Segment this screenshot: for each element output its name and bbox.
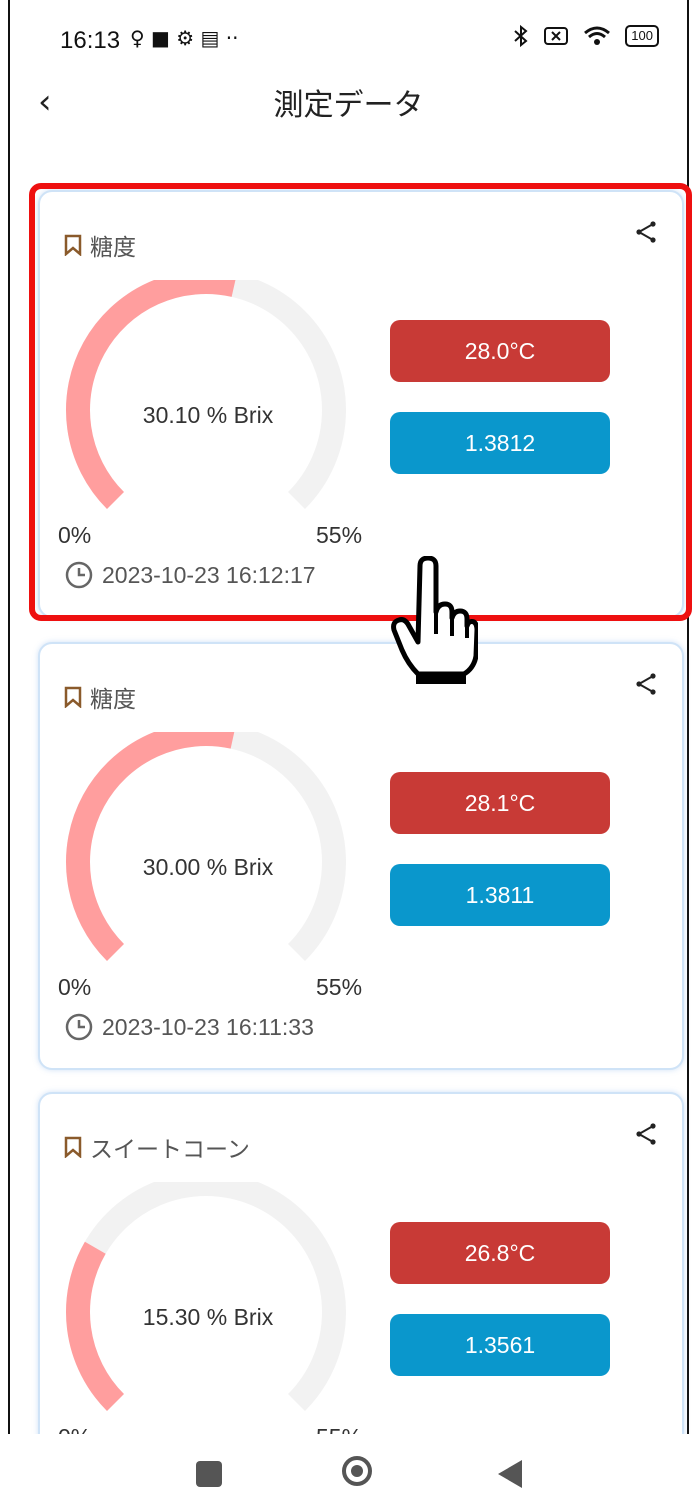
system-nav-bar xyxy=(0,1434,697,1511)
refractive-index-badge: 1.3811 xyxy=(390,864,610,926)
bookmark-icon xyxy=(64,234,82,256)
gauge-min-label: 0% xyxy=(58,1424,91,1434)
recents-button[interactable] xyxy=(196,1461,222,1487)
brix-value: 30.00 % Brix xyxy=(142,854,274,880)
clock-icon xyxy=(65,1013,93,1041)
sample-name: 糖度 xyxy=(90,235,136,261)
card-title: 糖度 xyxy=(64,680,136,714)
temperature-badge: 28.1°C xyxy=(390,772,610,834)
gauge-min-label: 0% xyxy=(58,974,92,1000)
share-icon[interactable] xyxy=(634,1122,658,1146)
brix-value: 30.10 % Brix xyxy=(142,402,274,428)
refractive-index-badge: 1.3812 xyxy=(390,412,610,474)
timestamp-text: 2023-10-23 16:11:33 xyxy=(102,1013,314,1040)
card-title: スイートコーン xyxy=(64,1130,250,1164)
tap-hand-icon xyxy=(391,556,478,684)
sample-name: スイートコーン xyxy=(90,1137,250,1163)
share-icon[interactable] xyxy=(634,220,658,244)
gauge-max-label: 55% xyxy=(316,974,363,1000)
timestamp-text: 2023-10-23 16:12:17 xyxy=(102,561,316,588)
temperature-badge: 28.0°C xyxy=(390,320,610,382)
bookmark-icon xyxy=(64,686,82,708)
gauge-fill xyxy=(66,280,236,509)
measurement-timestamp: 2023-10-23 16:11:33 xyxy=(64,1012,314,1042)
brix-value: 15.30 % Brix xyxy=(142,1304,274,1330)
clock-icon xyxy=(65,561,93,589)
refractive-index-badge: 1.3561 xyxy=(390,1314,610,1376)
measurement-card[interactable]: 糖度 30.00 % Brix 0% 55% 28.1°C 1.3811 202… xyxy=(38,642,684,1070)
measurement-card[interactable]: 糖度 30.10 % Brix 0% 55% 28.0°C 1.3812 202… xyxy=(38,190,684,618)
measurement-list[interactable]: 糖度 30.10 % Brix 0% 55% 28.0°C 1.3812 202… xyxy=(0,0,697,1434)
sample-name: 糖度 xyxy=(90,687,136,713)
measurement-card[interactable]: スイートコーン 15.30 % Brix 0% 55% 26.8°C 1.356… xyxy=(38,1092,684,1434)
temperature-badge: 26.8°C xyxy=(390,1222,610,1284)
gauge-min-label: 0% xyxy=(58,522,92,548)
system-back-button[interactable] xyxy=(498,1460,522,1488)
gauge-fill xyxy=(66,732,235,961)
gauge-track xyxy=(66,1182,346,1411)
card-title: 糖度 xyxy=(64,228,136,262)
home-button[interactable] xyxy=(342,1456,372,1486)
gauge-max-label: 55% xyxy=(316,522,363,548)
gauge-max-label: 55% xyxy=(316,1424,362,1434)
measurement-timestamp: 2023-10-23 16:12:17 xyxy=(64,560,316,590)
share-icon[interactable] xyxy=(634,672,658,696)
bookmark-icon xyxy=(64,1136,82,1158)
